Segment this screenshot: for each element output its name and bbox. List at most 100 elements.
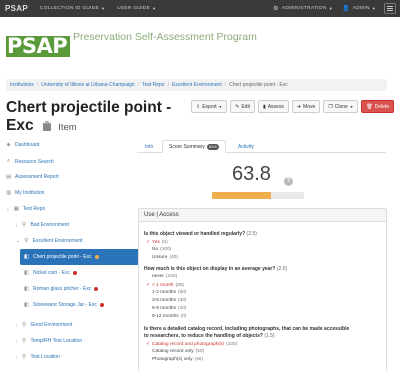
question-display-time: How much is this object on display in an…	[144, 266, 288, 272]
score-progress-bar	[212, 192, 304, 199]
arrow-right-icon: ➜	[296, 103, 302, 110]
top-navbar: PSAP COLLECTION ID GUIDE ▼ USER GUIDE ▼ ⚙ A…	[0, 0, 400, 17]
chevron-down-icon: ▼	[328, 6, 333, 11]
breadcrumb-location[interactable]: Excellent Environment	[172, 82, 222, 88]
score-progress-fill	[212, 192, 271, 199]
question-catalog-record: Is there a detailed catalog record, incl…	[144, 326, 350, 332]
status-dot-red	[99, 303, 104, 307]
sidebar-item-bad-environment[interactable]: › ⚲ Bad Environment	[16, 222, 69, 228]
chevron-down-icon: ▼	[218, 104, 223, 109]
answer-option: Catalog record only (50)	[152, 349, 205, 354]
delete-button[interactable]: 🗑 Delete	[361, 100, 395, 113]
breadcrumb: Institutions / University of Illinois at…	[6, 79, 387, 91]
sidebar-item-roman-glass-pitcher[interactable]: ◧ Roman glass pitcher - Exc	[24, 286, 99, 292]
psap-logo[interactable]: PSAP	[6, 34, 70, 58]
repository-icon: ▦	[13, 206, 19, 212]
item-cube-icon: ◧	[24, 254, 30, 260]
sidebar-item-test-repo[interactable]: ⌄ ▦ Test Repo	[6, 206, 45, 212]
chevron-down-icon[interactable]: ⌄	[16, 238, 20, 244]
sidebar-item-test-location[interactable]: › ⚲ Test Location	[16, 354, 60, 360]
trash-icon: 🗑	[366, 103, 373, 110]
breadcrumb-repository[interactable]: Test Repo	[142, 82, 165, 88]
gear-icon: ⚙	[273, 6, 279, 12]
chevron-right-icon[interactable]: ›	[16, 323, 18, 328]
sidebar-item-my-institution[interactable]: ▥ My Institution	[6, 190, 44, 196]
item-cube-icon: ◧	[24, 302, 30, 308]
sidebar-item-dashboard[interactable]: ◈ Dashboard	[6, 142, 39, 148]
sidebar-item-chert-projectile-point[interactable]: ◧ Chert projectile point - Exc	[24, 254, 99, 260]
action-toolbar: ⇪ Export ▼ ✎ Edit ▮ Assess ➜ Move ❐ Clone ▼ 🗑 De…	[188, 100, 395, 113]
navbar-brand[interactable]: PSAP	[5, 4, 28, 13]
chevron-right-icon[interactable]: ›	[16, 339, 18, 344]
page-title-text: Chert projectile point - Exc	[6, 99, 172, 134]
answer-option-selected: ✓ Catalog record and photograph(s) (100)	[146, 341, 238, 347]
answer-option: Photograph(s) only (40)	[152, 357, 204, 362]
user-icon: 👤	[341, 6, 350, 12]
nav-user-guide[interactable]: USER GUIDE ▼	[117, 6, 156, 11]
page-title: Chert projectile point - Exc Item	[6, 99, 196, 137]
pencil-icon: ✎	[235, 103, 240, 110]
question-catalog-record-cont: to researchers, to reduce the handling o…	[144, 333, 275, 339]
chevron-down-icon: ▼	[101, 6, 106, 11]
answer-option: 9-12 months (0)	[152, 314, 187, 319]
location-pin-icon: ⚲	[21, 338, 27, 344]
sidebar-item-resource-search[interactable]: ⌕ Resource Search	[6, 158, 54, 165]
nav-administration[interactable]: ⚙ ADMINISTRATION ▼	[273, 5, 333, 12]
tab-score-summary[interactable]: Score Summary 63.8	[162, 140, 226, 153]
menu-toggle-button[interactable]	[384, 3, 396, 14]
export-button[interactable]: ⇪ Export ▼	[191, 100, 228, 113]
breadcrumb-institution[interactable]: University of Illinois at Urbana-Champai…	[41, 82, 134, 88]
answer-option: 6-9 months (20)	[152, 306, 187, 311]
program-title: Preservation Self-Assessment Program	[73, 31, 257, 43]
clone-button[interactable]: ❐ Clone ▼	[323, 100, 359, 113]
score-badge: 63.8	[206, 143, 219, 150]
answer-option: No (100)	[152, 247, 172, 252]
location-pin-icon: ⚲	[21, 322, 27, 328]
chevron-right-icon[interactable]: ›	[16, 355, 18, 360]
sidebar-item-good-environment[interactable]: › ⚲ Good Environment	[16, 322, 72, 328]
chevron-down-icon: ▼	[371, 6, 376, 11]
upload-icon: ⇪	[196, 103, 201, 110]
answer-option-selected: ✓ < 1 month (80)	[146, 282, 184, 288]
report-icon: ▤	[6, 174, 12, 180]
chevron-right-icon[interactable]: ›	[16, 223, 18, 228]
answer-option: never (100)	[152, 274, 178, 279]
dashboard-icon: ◈	[6, 142, 11, 148]
tab-bar: Info Score Summary 63.8 Activity	[137, 140, 386, 153]
breadcrumb-current: Chert projectile point - Exc	[229, 82, 288, 88]
item-cube-icon: ◧	[24, 286, 30, 292]
assess-button[interactable]: ▮ Assess	[257, 100, 289, 113]
move-button[interactable]: ➜ Move	[291, 100, 321, 113]
building-icon: ▥	[6, 190, 12, 196]
sidebar-item-temp-rh-test-location[interactable]: › ⚲ Temp/RH Test Location	[16, 338, 82, 344]
location-pin-icon: ⚲	[24, 238, 29, 244]
answer-option-selected: ✓ Yes (0)	[146, 239, 168, 245]
sidebar-item-nickel-coin[interactable]: ◧ Nickel coin - Exc	[24, 270, 77, 276]
answer-option: 3-6 months (30)	[152, 298, 187, 303]
location-pin-icon: ⚲	[21, 354, 27, 360]
tab-activity[interactable]: Activity	[232, 140, 260, 153]
nav-collection-id-guide[interactable]: COLLECTION ID GUIDE ▼	[40, 6, 105, 11]
sidebar-item-stoneware-storage-jar[interactable]: ◧ Stoneware Storage Jar - Exc	[24, 302, 104, 308]
item-cube-icon	[42, 121, 51, 131]
help-icon[interactable]: ?	[284, 177, 293, 186]
breadcrumb-institutions[interactable]: Institutions	[10, 82, 34, 88]
question-viewed-handled: Is this object viewed or handled regular…	[144, 231, 257, 237]
nav-admin-user[interactable]: 👤 ADMIN ▼	[342, 5, 376, 12]
sidebar-item-assessment-report[interactable]: ▤ Assessment Report	[6, 174, 59, 180]
sidebar-item-excellent-environment[interactable]: ⌄ ⚲ Excellent Environment	[16, 238, 83, 244]
location-pin-icon: ⚲	[21, 222, 27, 228]
status-dot-orange	[94, 255, 99, 259]
tab-info[interactable]: Info	[139, 140, 159, 153]
status-dot-red	[94, 287, 99, 291]
chevron-down-icon: ▼	[349, 104, 354, 109]
chevron-down-icon: ▼	[152, 6, 157, 11]
overall-score: 63.8	[232, 163, 271, 185]
section-title: Use | Access	[139, 209, 386, 222]
section-panel-use-access: Use | Access Is this object viewed or ha…	[138, 208, 387, 371]
chevron-down-icon[interactable]: ⌄	[6, 206, 10, 212]
copy-icon: ❐	[328, 103, 333, 110]
status-dot-red	[72, 271, 77, 275]
item-cube-icon: ◧	[24, 270, 30, 276]
edit-button[interactable]: ✎ Edit	[230, 100, 255, 113]
